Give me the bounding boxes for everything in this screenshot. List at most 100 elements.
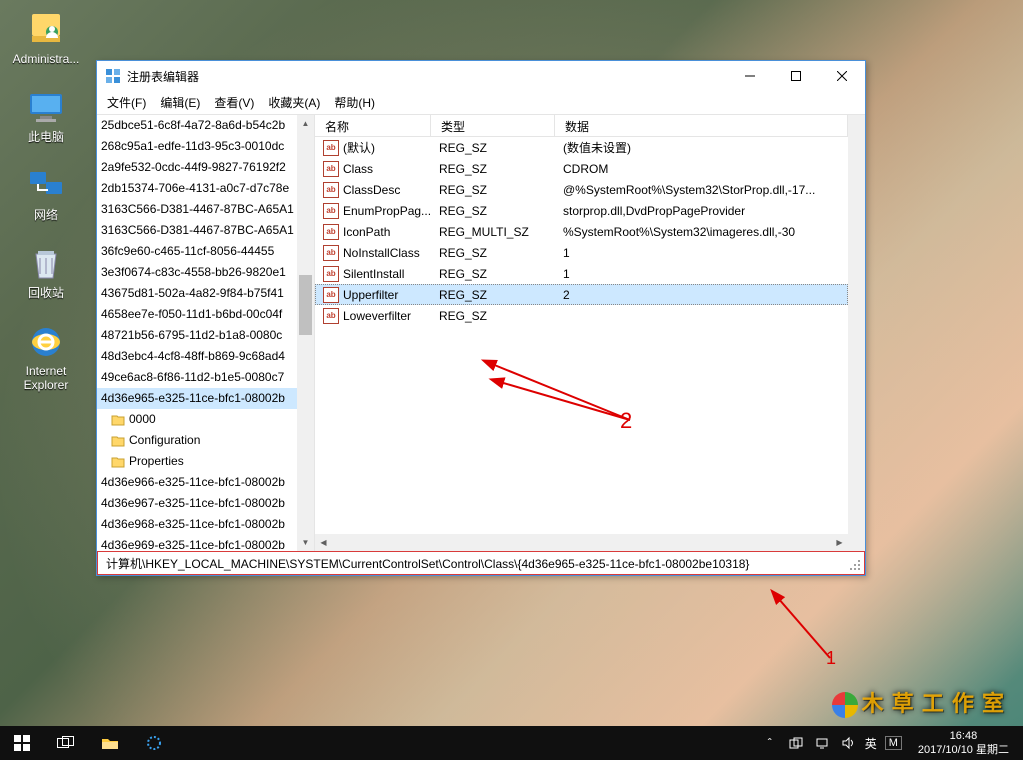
desktop-icon-recycle-bin[interactable]: 回收站: [8, 244, 84, 300]
statusbar-path: 计算机\HKEY_LOCAL_MACHINE\SYSTEM\CurrentCon…: [106, 557, 749, 571]
values-hscroll[interactable]: ◀ ▶: [315, 534, 848, 551]
tray-up-icon[interactable]: ˆ: [761, 734, 779, 752]
tree-item[interactable]: 43675d81-502a-4a82-9f84-b75f41: [97, 283, 314, 304]
tree-item[interactable]: Configuration: [97, 430, 314, 451]
registry-tree[interactable]: 25dbce51-6c8f-4a72-8a6d-b54c2b268c95a1-e…: [97, 115, 315, 551]
scroll-thumb[interactable]: [299, 275, 312, 335]
file-explorer-button[interactable]: [88, 726, 132, 760]
tree-item[interactable]: 25dbce51-6c8f-4a72-8a6d-b54c2b: [97, 115, 314, 136]
tree-item[interactable]: 2a9fe532-0cdc-44f9-9827-76192f2: [97, 157, 314, 178]
annotation-arrow-1: [690, 578, 870, 678]
scroll-down-icon[interactable]: ▼: [297, 534, 314, 551]
value-data: storprop.dll,DvdPropPageProvider: [563, 204, 848, 218]
hscroll-left-icon[interactable]: ◀: [315, 534, 332, 551]
scroll-up-icon[interactable]: ▲: [297, 115, 314, 132]
tree-item[interactable]: 0000: [97, 409, 314, 430]
internet-explorer-icon: [26, 322, 66, 362]
menu-help[interactable]: 帮助(H): [334, 94, 375, 111]
tree-item[interactable]: 3163C566-D381-4467-87BC-A65A1: [97, 199, 314, 220]
tray-devices-icon[interactable]: [787, 734, 805, 752]
ime-mode[interactable]: M: [885, 736, 902, 750]
tree-item[interactable]: 49ce6ac8-6f86-11d2-b1e5-0080c7: [97, 367, 314, 388]
tree-item[interactable]: 3163C566-D381-4467-87BC-A65A1: [97, 220, 314, 241]
clock-date: 2017/10/10 星期二: [918, 743, 1009, 757]
menu-favorites[interactable]: 收藏夹(A): [268, 94, 320, 111]
value-row[interactable]: ab(默认)REG_SZ(数值未设置): [315, 137, 848, 158]
close-button[interactable]: [819, 61, 865, 91]
tree-item-label: 4658ee7e-f050-11d1-b6bd-00c04f: [101, 307, 282, 321]
value-data: 2: [563, 288, 848, 302]
value-type: REG_SZ: [439, 309, 563, 323]
hscroll-right-icon[interactable]: ▶: [831, 534, 848, 551]
reg-string-icon: ab: [323, 182, 339, 198]
col-type[interactable]: 类型: [431, 115, 555, 136]
value-row[interactable]: abEnumPropPag...REG_SZstorprop.dll,DvdPr…: [315, 200, 848, 221]
value-row[interactable]: abUpperfilterREG_SZ2: [315, 284, 848, 305]
minimize-button[interactable]: [727, 61, 773, 91]
desktop-icon-label: 网络: [34, 208, 58, 222]
desktop-icon-administrator[interactable]: Administra...: [8, 10, 84, 66]
tree-item[interactable]: 4d36e967-e325-11ce-bfc1-08002b: [97, 493, 314, 514]
value-row[interactable]: abClassDescREG_SZ@%SystemRoot%\System32\…: [315, 179, 848, 200]
pinned-app-button[interactable]: [132, 726, 176, 760]
recycle-bin-icon: [26, 244, 66, 284]
tray-volume-icon[interactable]: [839, 734, 857, 752]
statusbar: 计算机\HKEY_LOCAL_MACHINE\SYSTEM\CurrentCon…: [97, 551, 865, 575]
desktop-icons: Administra... 此电脑网络回收站 InternetExplorer: [8, 10, 84, 392]
tree-item[interactable]: 48d3ebc4-4cf8-48ff-b869-9c68ad4: [97, 346, 314, 367]
value-data: CDROM: [563, 162, 848, 176]
values-header[interactable]: 名称 类型 数据: [315, 115, 848, 137]
menu-view[interactable]: 查看(V): [214, 94, 254, 111]
value-name: (默认): [343, 139, 375, 156]
start-button[interactable]: [0, 726, 44, 760]
value-name: EnumPropPag...: [343, 204, 431, 218]
value-type: REG_MULTI_SZ: [439, 225, 563, 239]
col-name[interactable]: 名称: [315, 115, 431, 136]
tree-item[interactable]: 4d36e965-e325-11ce-bfc1-08002b: [97, 388, 314, 409]
tree-item-label: 4d36e965-e325-11ce-bfc1-08002b: [101, 391, 285, 405]
tree-item[interactable]: 48721b56-6795-11d2-b1a8-0080c: [97, 325, 314, 346]
tree-item[interactable]: 36fc9e60-c465-11cf-8056-44455: [97, 241, 314, 262]
desktop-icon-network[interactable]: 网络: [8, 166, 84, 222]
value-data: @%SystemRoot%\System32\StorProp.dll,-17.…: [563, 183, 848, 197]
tree-item[interactable]: Properties: [97, 451, 314, 472]
value-row[interactable]: abLoweverfilterREG_SZ: [315, 305, 848, 326]
value-name: NoInstallClass: [343, 246, 420, 260]
tree-scrollbar[interactable]: ▲ ▼: [297, 115, 314, 551]
maximize-button[interactable]: [773, 61, 819, 91]
tree-item[interactable]: 3e3f0674-c83c-4558-bb26-9820e1: [97, 262, 314, 283]
desktop-icon-label: 此电脑: [28, 130, 64, 144]
tree-item-label: Configuration: [129, 430, 200, 451]
taskbar-clock[interactable]: 16:48 2017/10/10 星期二: [910, 727, 1017, 759]
value-row[interactable]: abSilentInstallREG_SZ1: [315, 263, 848, 284]
tree-item[interactable]: 4d36e966-e325-11ce-bfc1-08002b: [97, 472, 314, 493]
value-type: REG_SZ: [439, 246, 563, 260]
desktop-icon-this-pc[interactable]: 此电脑: [8, 88, 84, 144]
tree-item[interactable]: 268c95a1-edfe-11d3-95c3-0010dc: [97, 136, 314, 157]
value-row[interactable]: abIconPathREG_MULTI_SZ%SystemRoot%\Syste…: [315, 221, 848, 242]
resize-grip-icon[interactable]: [848, 558, 862, 572]
folder-icon: [111, 435, 125, 447]
value-row[interactable]: abClassREG_SZCDROM: [315, 158, 848, 179]
tray-network-icon[interactable]: [813, 734, 831, 752]
ime-lang[interactable]: 英: [865, 735, 877, 752]
reg-string-icon: ab: [323, 287, 339, 303]
tree-item[interactable]: 4d36e968-e325-11ce-bfc1-08002b: [97, 514, 314, 535]
menu-file[interactable]: 文件(F): [107, 94, 146, 111]
tree-item[interactable]: 4658ee7e-f050-11d1-b6bd-00c04f: [97, 304, 314, 325]
value-type: REG_SZ: [439, 141, 563, 155]
menu-edit[interactable]: 编辑(E): [160, 94, 200, 111]
tree-item[interactable]: 4d36e969-e325-11ce-bfc1-08002b: [97, 535, 314, 551]
task-view-button[interactable]: [44, 726, 88, 760]
titlebar[interactable]: 注册表编辑器: [97, 61, 865, 91]
reg-string-icon: ab: [323, 224, 339, 240]
desktop-icon-internet-explorer[interactable]: InternetExplorer: [8, 322, 84, 392]
tree-item-label: 4d36e967-e325-11ce-bfc1-08002b: [101, 496, 285, 510]
regedit-window: 注册表编辑器 文件(F) 编辑(E) 查看(V) 收藏夹(A) 帮助(H): [96, 60, 866, 576]
value-row[interactable]: abNoInstallClassREG_SZ1: [315, 242, 848, 263]
this-pc-icon: [26, 88, 66, 128]
values-vscroll[interactable]: [848, 115, 865, 551]
reg-string-icon: ab: [323, 308, 339, 324]
col-data[interactable]: 数据: [555, 115, 848, 136]
tree-item[interactable]: 2db15374-706e-4131-a0c7-d7c78e: [97, 178, 314, 199]
